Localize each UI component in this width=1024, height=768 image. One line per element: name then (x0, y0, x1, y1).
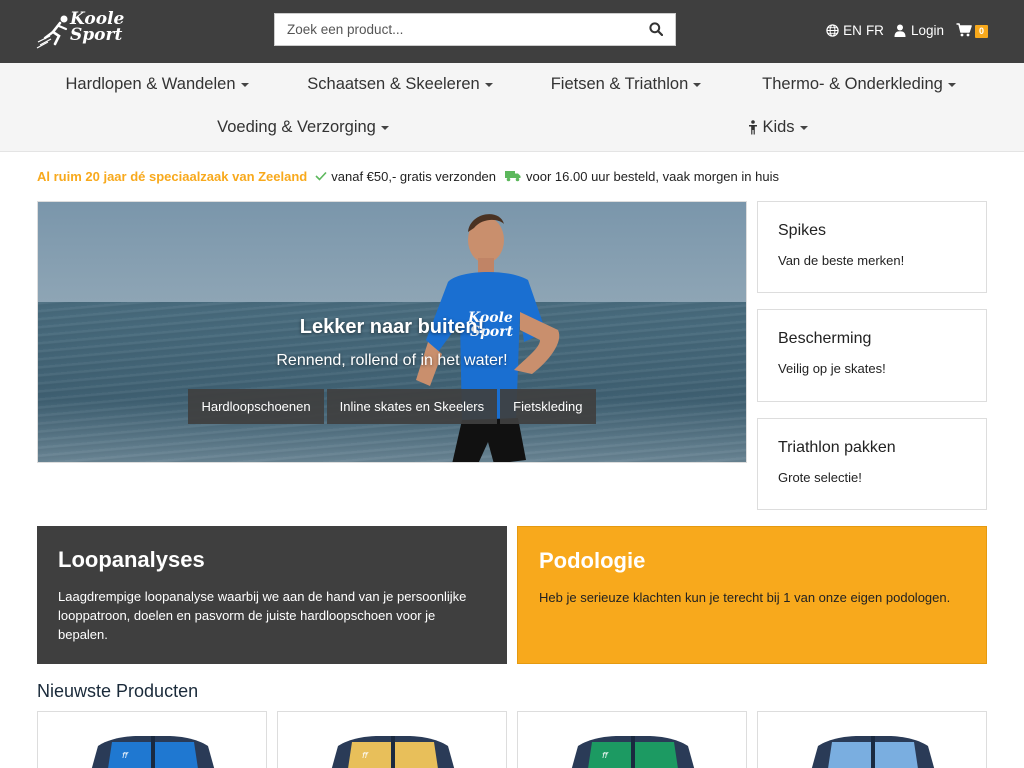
side-card-triathlon-pakken[interactable]: Triathlon pakken Grote selectie! (757, 418, 987, 510)
nav-item-fietsen-triathlon[interactable]: Fietsen & Triathlon (526, 63, 726, 105)
globe-icon (826, 23, 839, 37)
language-fr-link[interactable]: FR (866, 23, 884, 38)
side-card-spikes[interactable]: Spikes Van de beste merken! (757, 201, 987, 293)
cart-count-badge: 0 (974, 24, 988, 38)
top-bar: Koole Sport EN FR Logi (0, 0, 1024, 63)
usp-delivery-text: voor 16.00 uur besteld, vaak morgen in h… (526, 168, 779, 184)
nav-item-voeding-verzorging[interactable]: Voeding & Verzorging (203, 106, 403, 148)
search-icon (649, 22, 664, 37)
nav-item-label: Schaatsen & Skeeleren (307, 74, 480, 93)
nav-item-hardlopen-wandelen[interactable]: Hardlopen & Wandelen (57, 63, 257, 105)
promo-loopanalyses[interactable]: Loopanalyses Laagdrempige loopanalyse wa… (37, 526, 507, 664)
language-en-link[interactable]: EN (843, 23, 862, 38)
koole-sport-logo[interactable]: Koole Sport (36, 10, 124, 52)
product-image: ff (91, 736, 215, 768)
logo-wordmark: Koole Sport (70, 11, 124, 45)
chevron-down-icon (693, 83, 702, 87)
nav-item-label: Thermo- & Onderkleding (762, 74, 943, 93)
cart-icon (956, 23, 972, 37)
usp-brand-text: Al ruim 20 jaar dé speciaalzaak van Zeel… (37, 168, 308, 184)
truck-icon (505, 171, 521, 182)
side-card-bescherming[interactable]: Bescherming Veilig op je skates! (757, 309, 987, 402)
nav-item-schaatsen-skeeleren[interactable]: Schaatsen & Skeeleren (300, 63, 500, 105)
login-link[interactable]: Login (894, 23, 944, 38)
hardloopschoenen-button[interactable]: Hardloopschoenen (188, 389, 324, 424)
nav-item-label: Fietsen & Triathlon (550, 74, 689, 93)
product-image: ff (331, 736, 455, 768)
card-title: Bescherming (778, 330, 872, 347)
language-switcher: EN FR (826, 23, 884, 38)
nav-item-label: Voeding & Verzorging (217, 117, 376, 136)
search-bar (274, 13, 676, 46)
login-label: Login (910, 22, 944, 38)
product-image: ff (571, 736, 695, 768)
hero-title: Lekker naar buiten! (299, 316, 485, 338)
search-button[interactable] (649, 22, 665, 38)
chevron-down-icon (380, 126, 389, 130)
nav-item-kids[interactable]: Kids (728, 106, 828, 148)
cart-button[interactable]: 0 (956, 23, 988, 38)
user-icon (894, 24, 906, 37)
hero-banner: Koole Sport Lekker naar buiten! Rennend,… (37, 201, 747, 463)
promo-text: Laagdrempige loopanalyse waarbij we aan … (58, 589, 467, 642)
chevron-down-icon (947, 83, 956, 87)
card-text: Veilig op je skates! (778, 361, 886, 376)
promo-title: Loopanalyses (58, 547, 205, 572)
hero-sky (38, 202, 746, 302)
chevron-down-icon (799, 126, 808, 130)
card-title: Spikes (778, 222, 827, 239)
check-icon (315, 171, 327, 181)
promo-title: Podologie (539, 548, 646, 573)
newest-products-title: Nieuwste Producten (37, 681, 199, 701)
main-navigation: Hardlopen & Wandelen Schaatsen & Skeeler… (0, 63, 1024, 152)
product-card[interactable]: ff (277, 711, 507, 768)
card-text: Grote selectie! (778, 470, 862, 485)
promo-text: Heb je serieuze klachten kun je terecht … (539, 590, 951, 605)
inline-skates-button[interactable]: Inline skates en Skeelers (326, 389, 498, 424)
usp-bar: Al ruim 20 jaar dé speciaalzaak van Zeel… (37, 167, 779, 185)
product-card[interactable]: ff (37, 711, 267, 768)
product-card[interactable] (757, 711, 987, 768)
promo-podologie[interactable]: Podologie Heb je serieuze klachten kun j… (517, 526, 987, 664)
chevron-down-icon (484, 83, 493, 87)
logo-line2: Sport (70, 25, 123, 45)
nav-item-label: Kids (762, 117, 795, 136)
nav-item-label: Hardlopen & Wandelen (65, 74, 236, 93)
nav-item-thermo-onderkleding[interactable]: Thermo- & Onderkleding (744, 63, 974, 105)
card-text: Van de beste merken! (778, 253, 905, 268)
hero-subtitle: Rennend, rollend of in het water! (276, 352, 508, 369)
card-title: Triathlon pakken (778, 439, 896, 456)
product-image (811, 736, 935, 768)
child-icon (749, 119, 758, 134)
fietskleding-button[interactable]: Fietskleding (500, 389, 596, 424)
usp-shipping-text: vanaf €50,- gratis verzonden (331, 168, 497, 184)
hero-button-group: Hardloopschoenen Inline skates en Skeele… (38, 389, 746, 424)
header-actions: EN FR Login 0 (826, 20, 988, 40)
chevron-down-icon (240, 83, 249, 87)
product-card[interactable]: ff (517, 711, 747, 768)
search-input[interactable] (275, 14, 635, 45)
